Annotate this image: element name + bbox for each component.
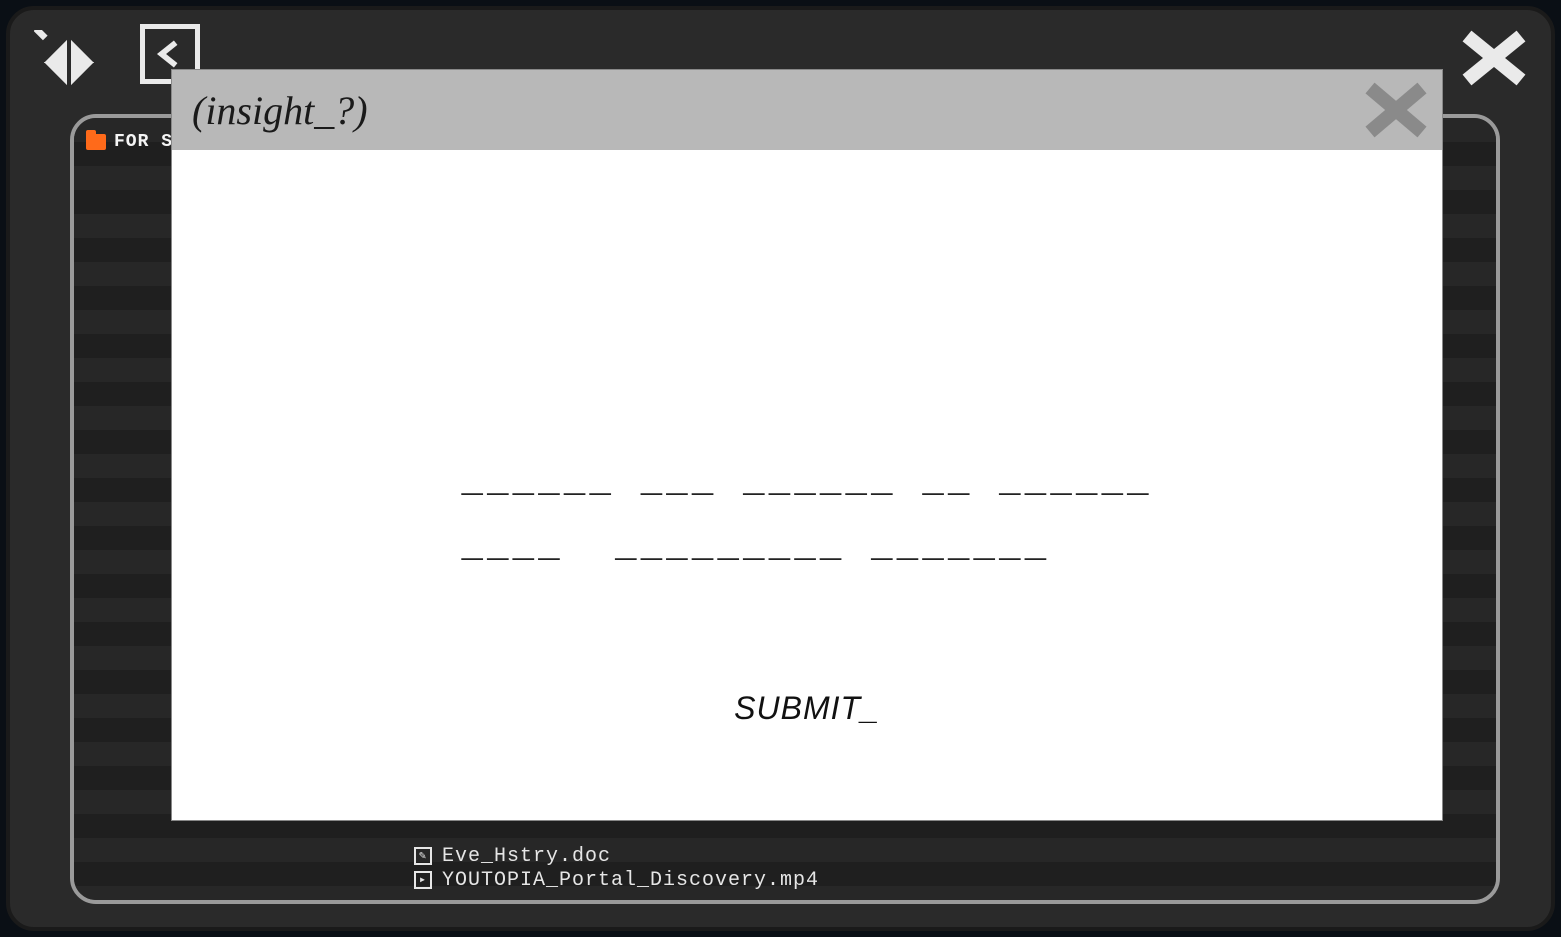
modal-body: ______ ___ ______ __ ______ ____ _______… [172,150,1442,820]
puzzle-input-area[interactable]: ______ ___ ______ __ ______ ____ _______… [461,450,1152,580]
folder-icon [86,134,106,150]
puzzle-line-1: ______ ___ ______ __ ______ [461,461,1152,502]
outer-close-button[interactable] [1459,28,1529,88]
modal-title: (insight_?) [192,87,368,134]
modal-titlebar: (insight_?) [172,70,1442,150]
file-name: YOUTOPIA_Portal_Discovery.mp4 [442,869,819,892]
insight-modal: (insight_?) ______ ___ ______ __ ______ … [172,70,1442,820]
document-icon [414,847,432,865]
file-row[interactable]: YOUTOPIA_Portal_Discovery.mp4 [414,868,819,892]
video-icon [414,871,432,889]
file-list: Eve_Hstry.doc YOUTOPIA_Portal_Discovery.… [414,844,819,892]
puzzle-line-2: ____ _________ _______ [461,526,1050,567]
collapse-icon[interactable] [34,30,104,90]
file-name: Eve_Hstry.doc [442,845,611,868]
app-window: FOR SOF Eve_Hstry.doc YOUTOPIA_Portal_Di… [6,6,1555,931]
submit-button[interactable]: SUBMIT_ [734,690,880,727]
file-row[interactable]: Eve_Hstry.doc [414,844,819,868]
modal-close-button[interactable] [1364,82,1428,138]
